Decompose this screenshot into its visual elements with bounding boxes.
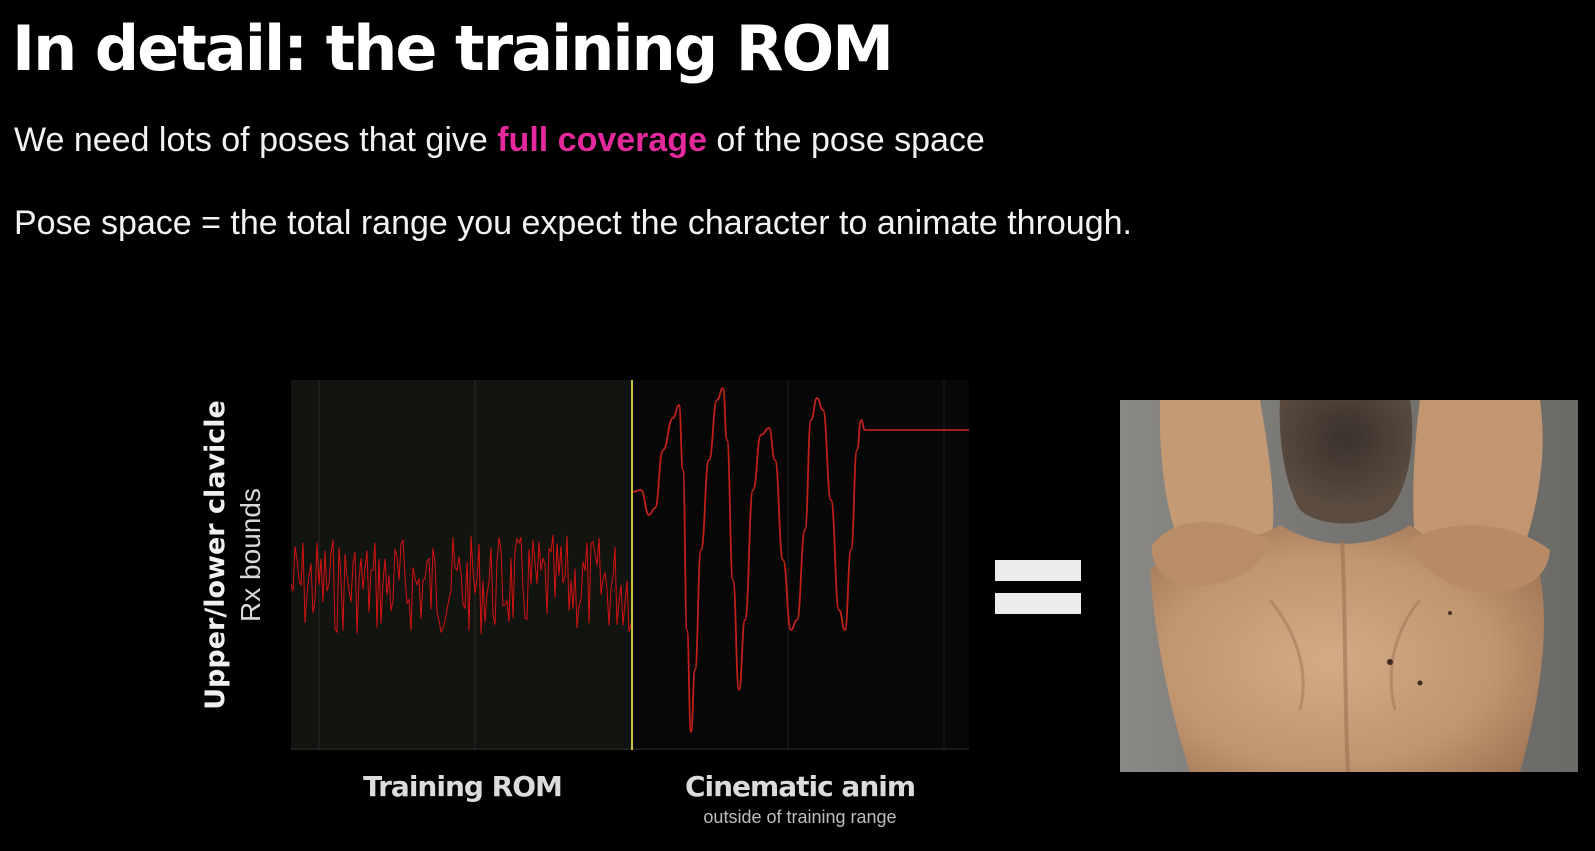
- training-rom-label: Training ROM: [363, 770, 563, 803]
- coverage-statement: We need lots of poses that give full cov…: [14, 121, 985, 160]
- plot-y-axis-label: Upper/lower clavicle Rx bounds: [198, 365, 268, 745]
- cinematic-anim-label: Cinematic anim: [684, 770, 916, 803]
- coverage-text-before: We need lots of poses that give: [14, 121, 498, 159]
- skin-mole-1: [1387, 659, 1393, 665]
- cinematic-anim-label-block: Cinematic anim outside of training range: [660, 770, 940, 828]
- equals-sign: [995, 560, 1081, 614]
- slide-title: In detail: the training ROM: [12, 12, 894, 85]
- plot-y-label-bold: Upper/lower clavicle: [200, 400, 231, 710]
- full-coverage-highlight: full coverage: [497, 121, 707, 159]
- equals-bar-bottom: [995, 593, 1081, 614]
- muscular-back-photo: [1120, 400, 1578, 772]
- cinematic-region-background: [632, 380, 969, 750]
- back-illustration: [1120, 400, 1578, 772]
- head-hair: [1279, 400, 1413, 524]
- training-region-background: [291, 380, 632, 750]
- plot-y-label-light: Rx bounds: [235, 488, 266, 622]
- pose-space-definition: Pose space = the total range you expect …: [14, 204, 1132, 242]
- equals-bar-top: [995, 560, 1081, 581]
- cinematic-anim-sublabel: outside of training range: [703, 807, 897, 827]
- training-rom-label-block: Training ROM: [355, 770, 570, 803]
- coverage-text-after: of the pose space: [706, 121, 985, 159]
- clavicle-rotation-plot: [291, 380, 969, 750]
- skin-mole-2: [1417, 680, 1423, 686]
- skin-mole-3: [1448, 611, 1452, 615]
